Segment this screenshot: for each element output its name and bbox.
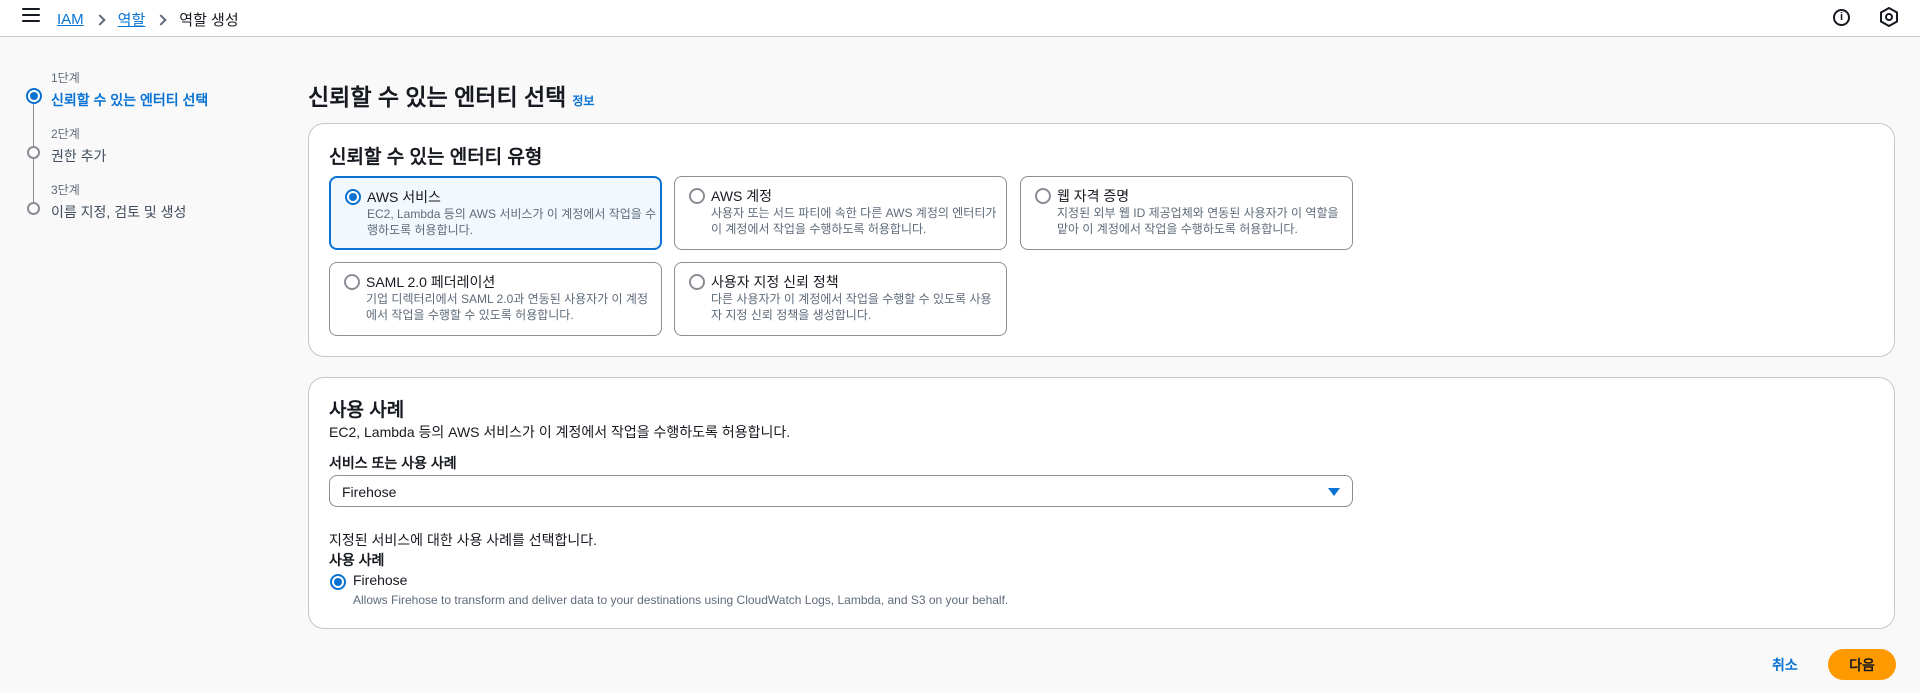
tile-desc: 사용자 또는 서드 파티에 속한 다른 AWS 계정의 엔터티가 이 계정에서 … [711, 206, 997, 236]
tile-web-identity[interactable]: 웹 자격 증명 지정된 외부 웹 ID 제공업체와 연동된 사용자가 이 역할을… [1020, 176, 1353, 250]
step-3: 3단계 이름 지정, 검토 및 생성 [51, 181, 186, 222]
chevron-right-icon [155, 13, 167, 26]
top-navigation: IAM 역할 역할 생성 i [0, 0, 1920, 37]
step-1-indicator [26, 88, 42, 104]
step-3-number: 3단계 [51, 183, 80, 197]
chevron-right-icon [94, 13, 106, 26]
info-icon[interactable]: i [1833, 9, 1850, 26]
radio-firehose[interactable] [330, 574, 346, 590]
menu-icon[interactable] [22, 8, 40, 24]
tile-title: AWS 서비스 [367, 189, 441, 205]
step-1-label: 신뢰할 수 있는 엔터티 선택 [51, 92, 209, 108]
use-case-panel: 사용 사례 EC2, Lambda 등의 AWS 서비스가 이 계정에서 작업을… [308, 377, 1895, 629]
tile-saml-federation[interactable]: SAML 2.0 페더레이션 기업 디렉터리에서 SAML 2.0과 연동된 사… [329, 262, 662, 336]
page-title-text: 신뢰할 수 있는 엔터티 선택 [308, 84, 567, 110]
step-3-label: 이름 지정, 검토 및 생성 [51, 204, 187, 220]
step-2: 2단계 권한 추가 [51, 125, 106, 166]
tile-desc: EC2, Lambda 등의 AWS 서비스가 이 계정에서 작업을 수행하도록… [367, 207, 657, 237]
radio-saml-federation[interactable] [344, 274, 360, 290]
info-link[interactable]: 정보 [572, 94, 594, 108]
service-select-label: 서비스 또는 사용 사례 [329, 455, 457, 471]
breadcrumb: IAM 역할 역할 생성 [57, 9, 239, 30]
tile-desc: 기업 디렉터리에서 SAML 2.0과 연동된 사용자가 이 계정에서 작업을 … [366, 292, 649, 322]
firehose-option-label[interactable]: Firehose [353, 572, 407, 588]
firehose-option-desc: Allows Firehose to transform and deliver… [353, 593, 1009, 607]
tile-desc: 지정된 외부 웹 ID 제공업체와 연동된 사용자가 이 역할을 맡아 이 계정… [1057, 206, 1339, 236]
service-select[interactable]: Firehose [329, 475, 1353, 507]
step-connector [33, 104, 34, 150]
next-button[interactable]: 다음 [1828, 649, 1896, 680]
page-title: 신뢰할 수 있는 엔터티 선택 정보 [308, 78, 594, 112]
use-case-description: EC2, Lambda 등의 AWS 서비스가 이 계정에서 작업을 수행하도록… [329, 424, 791, 440]
use-case-group-label: 사용 사례 [329, 552, 385, 568]
entity-type-panel: 신뢰할 수 있는 엔터티 유형 AWS 서비스 EC2, Lambda 등의 A… [308, 123, 1895, 357]
tile-custom-trust-policy[interactable]: 사용자 지정 신뢰 정책 다른 사용자가 이 계정에서 작업을 수행할 수 있도… [674, 262, 1007, 336]
step-2-number: 2단계 [51, 127, 80, 141]
hexagon-settings-icon[interactable] [1880, 7, 1898, 27]
radio-custom-trust-policy[interactable] [689, 274, 705, 290]
step-connector [33, 159, 34, 202]
breadcrumb-current: 역할 생성 [179, 12, 239, 29]
step-3-indicator [27, 202, 40, 215]
tile-title: 웹 자격 증명 [1057, 188, 1130, 204]
use-case-hint: 지정된 서비스에 대한 사용 사례를 선택합니다. [329, 532, 598, 548]
radio-aws-account[interactable] [689, 188, 705, 204]
service-select-value: Firehose [342, 484, 397, 500]
breadcrumb-iam[interactable]: IAM [57, 11, 84, 28]
tile-title: 사용자 지정 신뢰 정책 [711, 274, 839, 290]
entity-type-title: 신뢰할 수 있는 엔터티 유형 [329, 147, 543, 168]
tile-title: SAML 2.0 페더레이션 [366, 274, 496, 290]
caret-down-icon [1328, 488, 1340, 496]
tile-desc: 다른 사용자가 이 계정에서 작업을 수행할 수 있도록 사용자 지정 신뢰 정… [711, 292, 992, 322]
use-case-title: 사용 사례 [329, 400, 405, 421]
step-2-indicator [27, 146, 40, 159]
tile-aws-service[interactable]: AWS 서비스 EC2, Lambda 등의 AWS 서비스가 이 계정에서 작… [329, 176, 662, 250]
breadcrumb-roles[interactable]: 역할 [118, 9, 146, 30]
step-1-number: 1단계 [51, 71, 80, 85]
radio-aws-service[interactable] [345, 189, 361, 205]
step-1[interactable]: 1단계 신뢰할 수 있는 엔터티 선택 [51, 69, 208, 110]
radio-web-identity[interactable] [1035, 188, 1051, 204]
tile-title: AWS 계정 [711, 188, 773, 204]
step-2-label: 권한 추가 [51, 148, 107, 164]
cancel-button[interactable]: 취소 [1772, 655, 1798, 675]
tile-aws-account[interactable]: AWS 계정 사용자 또는 서드 파티에 속한 다른 AWS 계정의 엔터티가 … [674, 176, 1007, 250]
